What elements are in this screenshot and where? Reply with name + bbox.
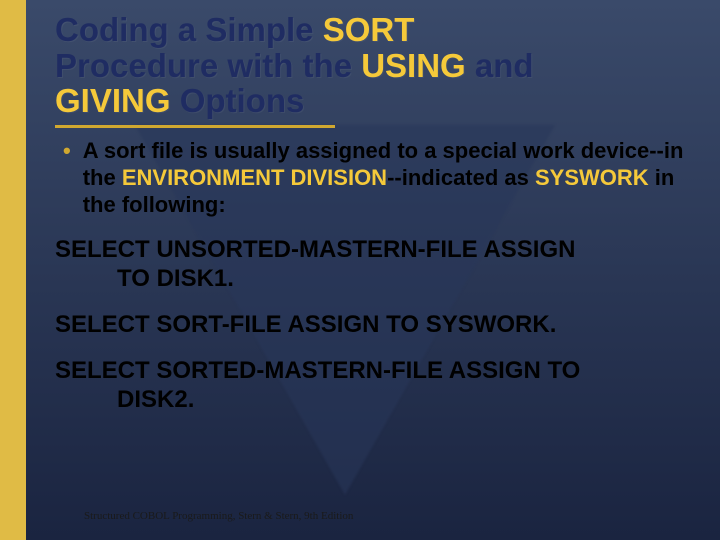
- bullet-text: A sort file is usually assigned to a spe…: [83, 138, 690, 218]
- code-text: SELECT SORT-FILE ASSIGN TO SYSWORK.: [55, 311, 556, 338]
- code-text: DISK2.: [55, 386, 690, 414]
- code-text: SELECT SORTED-MASTERN-FILE ASSIGN TO: [55, 357, 580, 384]
- bullet-highlight-env: ENVIRONMENT DIVISION: [122, 165, 387, 190]
- code-text: SELECT UNSORTED-MASTERN-FILE ASSIGN: [55, 236, 575, 263]
- title-text: Options: [171, 82, 305, 119]
- slide-content: Coding a Simple SORT Procedure with the …: [0, 0, 720, 540]
- title-highlight-using: USING: [361, 47, 466, 84]
- bullet-item: • A sort file is usually assigned to a s…: [63, 138, 690, 218]
- code-text: TO DISK1.: [55, 265, 690, 293]
- bullet-dot-icon: •: [63, 138, 71, 218]
- slide-footer: Structured COBOL Programming, Stern & St…: [84, 510, 353, 522]
- title-highlight-giving: GIVING: [55, 82, 171, 119]
- code-select-unsorted: SELECT UNSORTED-MASTERN-FILE ASSIGN TO D…: [55, 236, 690, 293]
- title-highlight-sort: SORT: [323, 11, 415, 48]
- code-select-sortfile: SELECT SORT-FILE ASSIGN TO SYSWORK.: [55, 311, 690, 339]
- slide-title: Coding a Simple SORT Procedure with the …: [55, 12, 690, 128]
- title-text: and: [466, 47, 534, 84]
- code-select-sorted: SELECT SORTED-MASTERN-FILE ASSIGN TO DIS…: [55, 357, 690, 414]
- bullet-highlight-syswork: SYSWORK: [535, 165, 649, 190]
- title-text: Procedure with the: [55, 47, 361, 84]
- title-text: Coding a Simple: [55, 11, 323, 48]
- bullet-fragment: --indicated as: [387, 165, 535, 190]
